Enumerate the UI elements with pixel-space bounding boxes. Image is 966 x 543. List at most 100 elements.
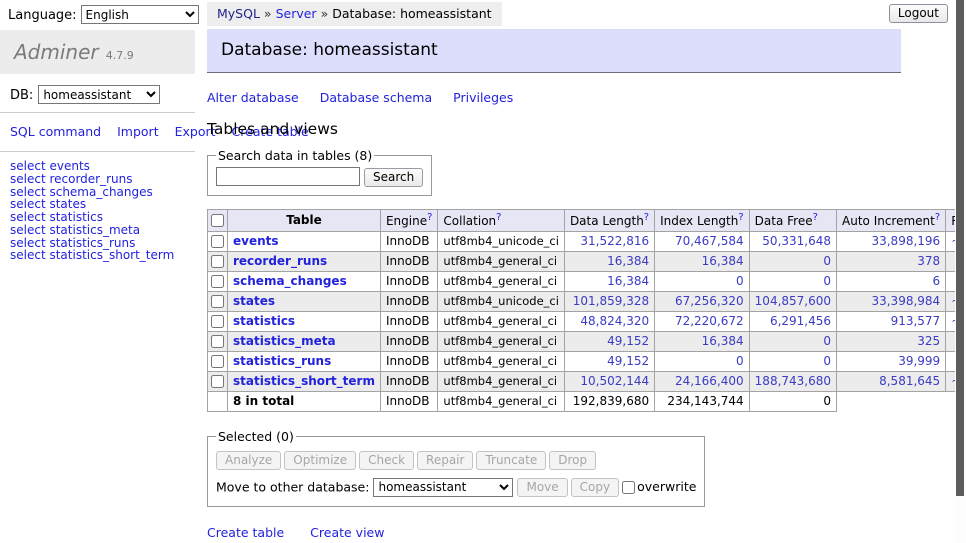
table-name-link[interactable]: states — [233, 294, 275, 308]
search-legend: Search data in tables (8) — [216, 148, 374, 163]
table-row: statistics_short_term InnoDB utf8mb4_gen… — [208, 371, 966, 391]
page-title: Database: homeassistant — [207, 29, 901, 73]
tables-and-views-heading: Tables and views — [207, 120, 901, 138]
table-row: statistics InnoDB utf8mb4_general_ci 48,… — [208, 311, 966, 331]
vertical-scrollbar[interactable] — [955, 0, 966, 543]
repair-button[interactable]: Repair — [417, 451, 473, 470]
column-header-index-length: Index Length? — [655, 209, 750, 231]
selected-buttons-row: AnalyzeOptimizeCheckRepairTruncateDrop — [216, 451, 696, 470]
table-name-link[interactable]: recorder_runs — [233, 254, 327, 268]
breadcrumb-separator: » — [264, 6, 272, 21]
sidebar-item-select-recorder-runs[interactable]: select recorder_runs — [10, 173, 185, 186]
breadcrumb-mysql-link[interactable]: MySQL — [217, 6, 260, 21]
move-label: Move to other database: — [216, 479, 369, 494]
sidebar-item-select-statistics[interactable]: select statistics — [10, 211, 185, 224]
row-checkbox[interactable] — [211, 295, 224, 308]
optimize-button[interactable]: Optimize — [284, 451, 356, 470]
total-label: 8 in total — [228, 391, 381, 411]
language-label: Language: — [8, 8, 77, 23]
table-row: statistics_runs InnoDB utf8mb4_general_c… — [208, 351, 966, 371]
db-selector-row: DB: homeassistant — [0, 74, 195, 112]
move-button[interactable]: Move — [517, 478, 567, 497]
breadcrumb: MySQL»Server»Database: homeassistant — [207, 2, 502, 26]
table-name-link[interactable]: schema_changes — [233, 274, 347, 288]
selected-fieldset: Selected (0) AnalyzeOptimizeCheckRepairT… — [207, 429, 705, 508]
row-checkbox[interactable] — [211, 275, 224, 288]
select-all-checkbox[interactable] — [211, 214, 224, 227]
sidebar-actions: SQL commandImportExportCreate table — [0, 113, 195, 151]
help-link[interactable]: ? — [935, 212, 940, 223]
row-checkbox[interactable] — [211, 335, 224, 348]
move-db-select[interactable]: homeassistant — [373, 478, 513, 497]
table-row: recorder_runs InnoDB utf8mb4_general_ci … — [208, 251, 966, 271]
search-input[interactable] — [216, 167, 360, 186]
privileges-link[interactable]: Privileges — [453, 90, 513, 105]
sidebar-item-select-statistics-meta[interactable]: select statistics_meta — [10, 224, 185, 237]
database-action-links: Alter database Database schema Privileges — [207, 90, 901, 105]
column-header-engine: Engine? — [380, 209, 437, 231]
row-checkbox[interactable] — [211, 355, 224, 368]
sidebar-table-list: select events select recorder_runs selec… — [0, 152, 195, 270]
breadcrumb-server-link[interactable]: Server — [276, 6, 317, 21]
overwrite-checkbox[interactable] — [622, 481, 635, 494]
create-table-link[interactable]: Create table — [207, 525, 284, 540]
column-header-collation: Collation? — [438, 209, 565, 231]
create-links-row: Create table Create view — [207, 525, 901, 540]
table-name-link[interactable]: statistics — [233, 314, 295, 328]
help-link[interactable]: ? — [644, 212, 649, 223]
table-row: schema_changes InnoDB utf8mb4_general_ci… — [208, 271, 966, 291]
column-header-data-free: Data Free? — [749, 209, 836, 231]
sidebar-link-import[interactable]: Import — [117, 124, 159, 139]
db-label: DB: — [10, 88, 33, 103]
column-header-auto-increment: Auto Increment? — [837, 209, 946, 231]
selected-legend: Selected (0) — [216, 429, 296, 444]
table-name-link[interactable]: statistics_runs — [233, 354, 331, 368]
truncate-button[interactable]: Truncate — [476, 451, 546, 470]
tables-overview-table: Table Engine? Collation? Data Length? In… — [207, 209, 966, 412]
database-schema-link[interactable]: Database schema — [320, 90, 432, 105]
check-button[interactable]: Check — [359, 451, 414, 470]
row-checkbox[interactable] — [211, 315, 224, 328]
logout-button[interactable]: Logout — [889, 4, 948, 23]
select-all-cell — [208, 209, 228, 231]
search-button[interactable]: Search — [364, 168, 423, 187]
help-link[interactable]: ? — [813, 212, 818, 223]
row-checkbox[interactable] — [211, 255, 224, 268]
sidebar-item-select-statistics-short-term[interactable]: select statistics_short_term — [10, 249, 185, 262]
table-name-link[interactable]: statistics_short_term — [233, 374, 375, 388]
breadcrumb-current: Database: homeassistant — [332, 6, 491, 21]
sidebar: Language:English Adminer 4.7.9 DB:homeas… — [0, 0, 195, 270]
row-checkbox[interactable] — [211, 375, 224, 388]
table-total-row: 8 in total InnoDB utf8mb4_general_ci 192… — [208, 391, 966, 411]
adminer-logo: Adminer — [14, 40, 99, 64]
table-name-link[interactable]: events — [233, 234, 279, 248]
drop-button[interactable]: Drop — [549, 451, 596, 470]
column-header-table: Table — [228, 209, 381, 231]
scrollbar-thumb[interactable] — [956, 0, 964, 496]
table-row: events InnoDB utf8mb4_unicode_ci 31,522,… — [208, 231, 966, 251]
breadcrumb-separator: » — [321, 6, 329, 21]
table-row: statistics_meta InnoDB utf8mb4_general_c… — [208, 331, 966, 351]
table-header-row: Table Engine? Collation? Data Length? In… — [208, 209, 966, 231]
help-link[interactable]: ? — [738, 212, 743, 223]
language-select[interactable]: English — [81, 5, 199, 24]
search-fieldset: Search data in tables (8) Search — [207, 148, 432, 196]
main-content: MySQL»Server»Database: homeassistant Dat… — [207, 0, 901, 543]
move-row: Move to other database: homeassistantMove… — [216, 478, 696, 498]
alter-database-link[interactable]: Alter database — [207, 90, 299, 105]
overwrite-label: overwrite — [637, 479, 696, 494]
table-name-link[interactable]: statistics_meta — [233, 334, 336, 348]
help-link[interactable]: ? — [427, 212, 432, 223]
db-select[interactable]: homeassistant — [38, 85, 160, 104]
table-row: states InnoDB utf8mb4_unicode_ci 101,859… — [208, 291, 966, 311]
help-link[interactable]: ? — [496, 212, 501, 223]
row-checkbox[interactable] — [211, 235, 224, 248]
language-row: Language: English — [8, 5, 199, 24]
copy-button[interactable]: Copy — [571, 478, 619, 497]
analyze-button[interactable]: Analyze — [216, 451, 281, 470]
column-header-data-length: Data Length? — [564, 209, 654, 231]
brand-band: Adminer 4.7.9 — [0, 30, 195, 74]
create-view-link[interactable]: Create view — [310, 525, 384, 540]
sidebar-link-sql-command[interactable]: SQL command — [10, 124, 101, 139]
adminer-version: 4.7.9 — [106, 49, 134, 62]
